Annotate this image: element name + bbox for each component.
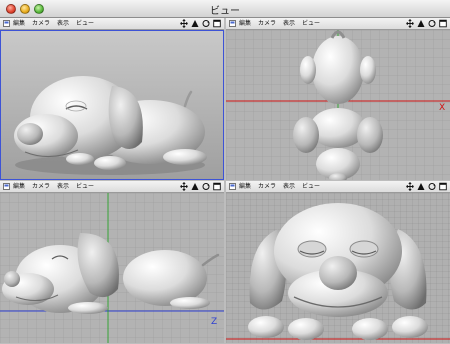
maximize-view-icon[interactable] xyxy=(213,19,221,28)
front-viewport[interactable] xyxy=(226,193,450,343)
window-title-bar: ビュー xyxy=(0,0,450,18)
menu-display[interactable]: 表示 xyxy=(57,20,69,28)
move-view-icon[interactable] xyxy=(406,182,414,191)
top-render: X xyxy=(226,30,450,180)
top-viewport[interactable]: X xyxy=(226,30,450,180)
viewport-pane-perspective: 編集 カメラ 表示 ビュー xyxy=(0,18,224,180)
maximize-view-icon[interactable] xyxy=(213,182,221,191)
menu-view[interactable]: ビュー xyxy=(76,20,94,28)
rotate-view-icon[interactable] xyxy=(428,182,436,191)
front-render xyxy=(226,193,450,343)
z-axis-label: Z xyxy=(211,317,217,327)
viewport-menu-icon[interactable] xyxy=(3,20,10,27)
zoom-view-icon[interactable] xyxy=(417,182,425,191)
menu-edit[interactable]: 編集 xyxy=(239,20,251,28)
menu-display[interactable]: 表示 xyxy=(57,183,69,191)
viewport-pane-right: 編集 カメラ 表示 ビュー Z xyxy=(0,181,224,343)
maximize-view-icon[interactable] xyxy=(439,19,447,28)
x-axis-label: X xyxy=(439,103,445,113)
right-render: Z xyxy=(0,193,224,343)
zoom-view-icon[interactable] xyxy=(191,182,199,191)
menu-display[interactable]: 表示 xyxy=(283,20,295,28)
menu-edit[interactable]: 編集 xyxy=(239,183,251,191)
right-viewport[interactable]: Z xyxy=(0,193,224,343)
rotate-view-icon[interactable] xyxy=(202,19,210,28)
menu-camera[interactable]: カメラ xyxy=(32,20,50,28)
viewport-menubar: 編集 カメラ 表示 ビュー xyxy=(0,181,224,193)
viewport-pane-front: 編集 カメラ 表示 ビュー xyxy=(226,181,450,343)
viewport-pane-top: 編集 カメラ 表示 ビュー X xyxy=(226,18,450,180)
perspective-render xyxy=(0,30,224,180)
viewport-menu-icon[interactable] xyxy=(229,183,236,190)
menu-display[interactable]: 表示 xyxy=(283,183,295,191)
menu-camera[interactable]: カメラ xyxy=(258,20,276,28)
menu-edit[interactable]: 編集 xyxy=(13,20,25,28)
zoom-view-icon[interactable] xyxy=(417,19,425,28)
menu-view[interactable]: ビュー xyxy=(302,183,320,191)
menu-edit[interactable]: 編集 xyxy=(13,183,25,191)
menu-camera[interactable]: カメラ xyxy=(258,183,276,191)
move-view-icon[interactable] xyxy=(406,19,414,28)
maximize-view-icon[interactable] xyxy=(439,182,447,191)
viewport-menubar: 編集 カメラ 表示 ビュー xyxy=(226,181,450,193)
rotate-view-icon[interactable] xyxy=(428,19,436,28)
move-view-icon[interactable] xyxy=(180,19,188,28)
perspective-viewport[interactable] xyxy=(0,30,224,180)
rotate-view-icon[interactable] xyxy=(202,182,210,191)
viewport-menu-icon[interactable] xyxy=(3,183,10,190)
window-title: ビュー xyxy=(210,6,240,17)
viewport-menu-icon[interactable] xyxy=(229,20,236,27)
move-view-icon[interactable] xyxy=(180,182,188,191)
menu-camera[interactable]: カメラ xyxy=(32,183,50,191)
viewport-menubar: 編集 カメラ 表示 ビュー xyxy=(0,18,224,30)
menu-view[interactable]: ビュー xyxy=(76,183,94,191)
menu-view[interactable]: ビュー xyxy=(302,20,320,28)
zoom-view-icon[interactable] xyxy=(191,19,199,28)
viewport-menubar: 編集 カメラ 表示 ビュー xyxy=(226,18,450,30)
